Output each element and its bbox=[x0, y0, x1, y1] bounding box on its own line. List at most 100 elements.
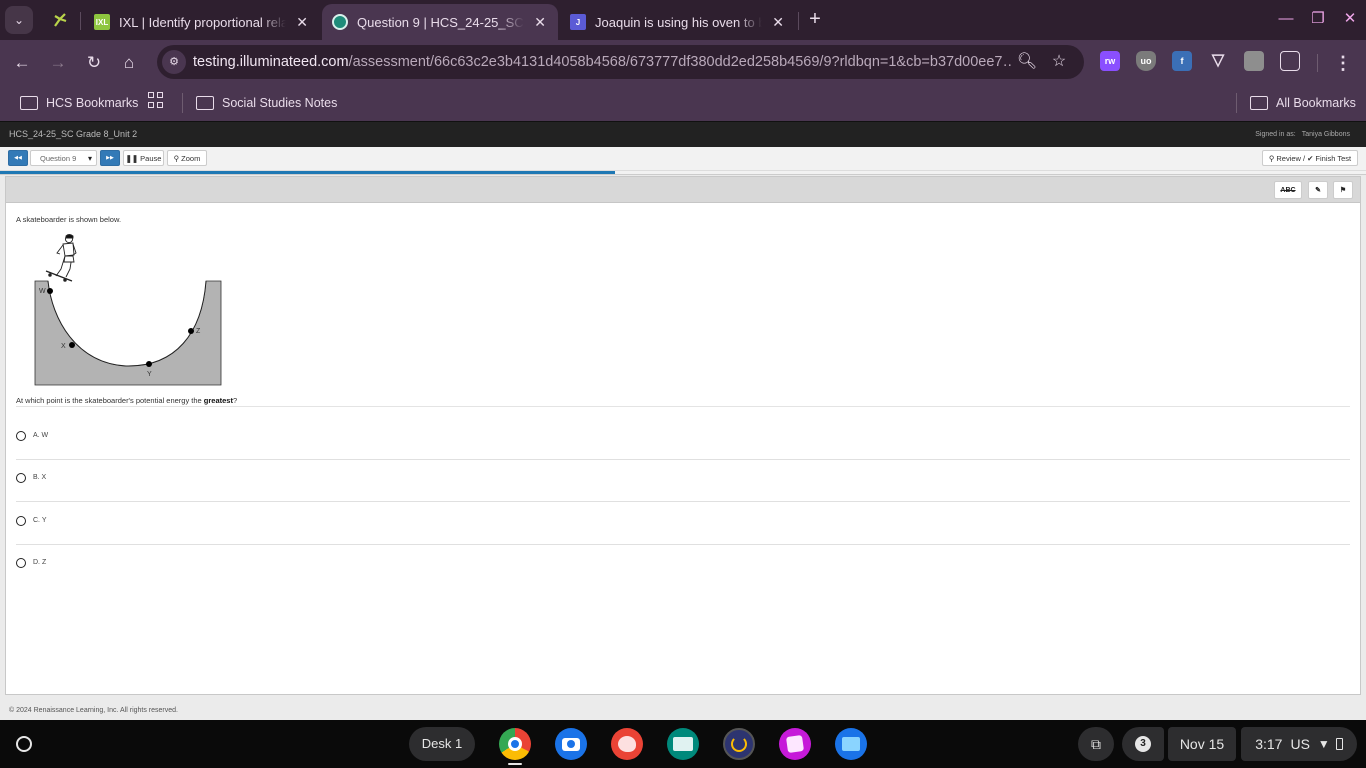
review-label: Review / bbox=[1276, 153, 1306, 163]
question-prefix: At which point is the skateboarder's pot… bbox=[16, 396, 204, 405]
bookmark-hcs-bookmarks[interactable]: HCS Bookmarks bbox=[20, 91, 138, 115]
strikethrough-tool-button[interactable]: ABC bbox=[1274, 181, 1302, 199]
zoom-button[interactable]: ⚲ Zoom bbox=[167, 150, 207, 166]
point-z-label: Z bbox=[196, 328, 201, 335]
pinned-tab[interactable] bbox=[48, 8, 72, 32]
fast-forward-icon: ▶▶ bbox=[106, 155, 114, 161]
files-app-icon[interactable] bbox=[835, 728, 867, 760]
previous-question-button[interactable]: ◀◀ bbox=[8, 150, 28, 166]
bookmark-star-icon[interactable]: ☆ bbox=[1047, 50, 1071, 74]
assessment-page: HCS_24-25_SC Grade 8_Unit 2 Signed in as… bbox=[0, 121, 1366, 720]
sprout-icon bbox=[54, 13, 67, 27]
arrow-left-icon: ← bbox=[13, 53, 31, 72]
notepad-tool-button[interactable]: ✎ bbox=[1308, 181, 1328, 199]
all-bookmarks-button[interactable]: All Bookmarks bbox=[1250, 91, 1356, 115]
flag-button[interactable]: ⚑ bbox=[1333, 181, 1353, 199]
close-tab-icon[interactable]: ✕ bbox=[770, 14, 786, 31]
notification-count: 3 bbox=[1135, 736, 1151, 752]
url-host: testing.illuminateed.com bbox=[193, 54, 349, 70]
active-app-indicator bbox=[508, 763, 522, 765]
formula-extension-icon[interactable]: f bbox=[1172, 51, 1192, 71]
copyright-footer: © 2024 Renaissance Learning, Inc. All ri… bbox=[9, 707, 178, 714]
extensions-puzzle-icon[interactable] bbox=[1280, 51, 1300, 71]
radio-button[interactable] bbox=[16, 473, 26, 483]
finish-label: Finish Test bbox=[1315, 153, 1352, 163]
notifications-button[interactable]: 3 bbox=[1122, 727, 1164, 761]
question-select[interactable]: Question 9 ▾ bbox=[30, 150, 97, 166]
radio-button[interactable] bbox=[16, 558, 26, 568]
illuminate-favicon-icon bbox=[332, 14, 348, 30]
answer-option-d[interactable]: D. Z bbox=[16, 545, 1350, 587]
url-path: /assessment/66c63c2e3b4131d4058b4568/673… bbox=[348, 54, 1013, 70]
pause-button[interactable]: ❚❚ Pause bbox=[123, 150, 164, 166]
question-select-value: Question 9 bbox=[40, 153, 77, 163]
user-name: Taniya Gibbons bbox=[1301, 131, 1350, 138]
signed-in-info: Signed in as: Taniya Gibbons bbox=[1255, 131, 1350, 138]
chevron-down-icon: ⌄ bbox=[13, 13, 25, 27]
tab-search-button[interactable]: ⌄ bbox=[5, 6, 33, 34]
url-text[interactable]: testing.illuminateed.com/assessment/66c6… bbox=[193, 45, 1013, 79]
chrome-app-icon[interactable] bbox=[499, 728, 531, 760]
point-y-label: Y bbox=[147, 371, 152, 378]
pause-icon: ❚❚ bbox=[125, 153, 139, 163]
rw-extension-icon[interactable]: rw bbox=[1100, 51, 1120, 71]
new-tab-button[interactable]: + bbox=[804, 8, 826, 32]
more-vertical-icon: ⋮ bbox=[1334, 53, 1352, 73]
launcher-button[interactable] bbox=[10, 730, 38, 758]
tab-divider bbox=[798, 12, 799, 30]
tab-question-9[interactable]: Question 9 | HCS_24-25_SC Gra ✕ bbox=[322, 4, 558, 40]
home-button[interactable]: ⌂ bbox=[116, 50, 142, 76]
folder-icon bbox=[196, 96, 214, 110]
gallery-app-icon[interactable] bbox=[779, 728, 811, 760]
reload-button[interactable]: ↻ bbox=[81, 50, 107, 76]
answer-option-c[interactable]: C. Y bbox=[16, 503, 1350, 545]
canvas-app-icon[interactable] bbox=[611, 728, 643, 760]
address-bar[interactable]: ⚙ testing.illuminateed.com/assessment/66… bbox=[157, 45, 1084, 79]
bookmarks-bar: HCS Bookmarks Social Studies Notes All B… bbox=[0, 85, 1366, 121]
browser-menu-button[interactable]: ⋮ bbox=[1332, 50, 1354, 76]
managed-folder-icon bbox=[20, 96, 38, 110]
tab-title: IXL | Identify proportional relati bbox=[119, 14, 287, 30]
arrow-right-icon: → bbox=[49, 53, 67, 72]
apps-grid-icon[interactable] bbox=[148, 92, 164, 108]
answer-option-b[interactable]: B. X bbox=[16, 460, 1350, 502]
site-info-icon[interactable]: ⚙ bbox=[162, 50, 186, 74]
toolbar-divider bbox=[1317, 54, 1318, 72]
copy-extension-icon[interactable] bbox=[1244, 51, 1264, 71]
power-app-icon[interactable] bbox=[723, 728, 755, 760]
ublock-extension-icon[interactable]: uo bbox=[1136, 51, 1156, 71]
clock-time: 3:17 bbox=[1255, 736, 1283, 752]
status-area-button[interactable]: 3:17 US ▼ bbox=[1241, 727, 1357, 761]
shield-extension-icon[interactable]: ▽ bbox=[1208, 51, 1228, 71]
close-window-button[interactable]: ✕ bbox=[1337, 8, 1363, 30]
forward-button[interactable]: → bbox=[45, 50, 71, 76]
back-button[interactable]: ← bbox=[9, 50, 35, 76]
browser-toolbar: ← → ↻ ⌂ ⚙ testing.illuminateed.com/asses… bbox=[0, 40, 1366, 85]
holding-space-button[interactable]: ⧉ bbox=[1078, 727, 1114, 761]
bookmark-divider bbox=[1236, 93, 1237, 113]
restore-button[interactable]: ❐ bbox=[1305, 8, 1331, 30]
camera-app-icon[interactable] bbox=[555, 728, 587, 760]
close-tab-icon[interactable]: ✕ bbox=[532, 14, 548, 31]
check-icon: ✔ bbox=[1307, 153, 1314, 163]
desk-button[interactable]: Desk 1 bbox=[409, 727, 475, 761]
next-question-button[interactable]: ▶▶ bbox=[100, 150, 120, 166]
answer-label: C. Y bbox=[33, 517, 47, 524]
minimize-button[interactable]: — bbox=[1273, 8, 1299, 30]
date-button[interactable]: Nov 15 bbox=[1168, 727, 1236, 761]
question-suffix: ? bbox=[232, 396, 238, 405]
tab-joaquin[interactable]: J Joaquin is using his oven to ba ✕ bbox=[560, 4, 796, 40]
zoom-magnifier-icon[interactable]: 🔍︎ bbox=[1015, 50, 1039, 74]
answer-label: A. W bbox=[33, 432, 49, 439]
review-finish-button[interactable]: ⚲ Review / ✔ Finish Test bbox=[1262, 150, 1358, 166]
radio-button[interactable] bbox=[16, 431, 26, 441]
radio-button[interactable] bbox=[16, 516, 26, 526]
close-tab-icon[interactable]: ✕ bbox=[294, 14, 310, 31]
news-app-icon[interactable] bbox=[667, 728, 699, 760]
tab-divider bbox=[80, 12, 81, 30]
bookmark-social-studies-notes[interactable]: Social Studies Notes bbox=[196, 91, 337, 115]
tab-ixl[interactable]: IXL IXL | Identify proportional relati ✕ bbox=[84, 4, 320, 40]
answer-option-a[interactable]: A. W bbox=[16, 418, 1350, 460]
point-w-label: W bbox=[39, 288, 46, 295]
joaquin-favicon-icon: J bbox=[570, 14, 586, 30]
